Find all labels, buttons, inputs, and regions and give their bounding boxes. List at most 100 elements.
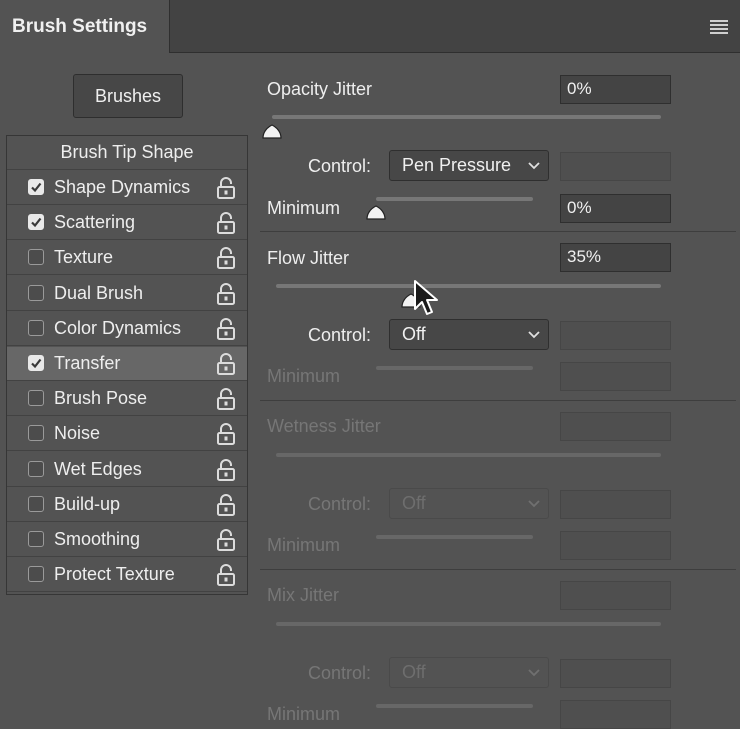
flow-jitter-slider-track[interactable] bbox=[276, 284, 661, 288]
flow-minimum-slider-track[interactable] bbox=[376, 366, 533, 370]
wetness-control-field[interactable] bbox=[560, 490, 671, 519]
checkbox-texture[interactable] bbox=[28, 249, 44, 266]
sidebar-item-label: Color Dynamics bbox=[54, 317, 182, 338]
checkbox-brush-pose[interactable] bbox=[28, 390, 44, 407]
sidebar-item-color-dynamics[interactable]: Color Dynamics bbox=[7, 312, 247, 346]
unlock-icon[interactable] bbox=[216, 493, 236, 516]
sidebar-item-label: Protect Texture bbox=[54, 564, 175, 585]
opacity-jitter-field[interactable]: 0% bbox=[560, 75, 671, 104]
mix-control-field[interactable] bbox=[560, 659, 671, 688]
panel-title: Brush Settings bbox=[12, 15, 148, 37]
mix-minimum-label: Minimum bbox=[267, 704, 341, 724]
opacity-control-select[interactable]: Pen Pressure bbox=[389, 150, 549, 181]
wetness-jitter-slider-track[interactable] bbox=[276, 453, 661, 457]
checkbox-build-up[interactable] bbox=[28, 495, 44, 512]
chevron-down-icon bbox=[528, 500, 540, 508]
chevron-down-icon bbox=[528, 669, 540, 677]
mix-jitter-field[interactable] bbox=[560, 581, 671, 610]
panel-menu-icon[interactable] bbox=[710, 20, 728, 34]
mix-control-select[interactable]: Off bbox=[389, 657, 549, 688]
flow-control-select[interactable]: Off bbox=[389, 319, 549, 350]
opacity-jitter-label: Opacity Jitter bbox=[267, 79, 373, 99]
flow-jitter-field[interactable]: 35% bbox=[560, 243, 671, 272]
checkbox-protect-texture[interactable] bbox=[28, 566, 44, 583]
checkbox-shape-dynamics[interactable] bbox=[28, 179, 44, 195]
opacity-minimum-slider-track[interactable] bbox=[376, 197, 533, 201]
section-divider bbox=[260, 569, 736, 570]
brushes-button[interactable]: Brushes bbox=[73, 74, 183, 118]
section-divider bbox=[260, 400, 736, 401]
wetness-minimum-slider-track[interactable] bbox=[376, 535, 533, 539]
sidebar-item-scattering[interactable]: Scattering bbox=[7, 206, 247, 241]
sidebar-item-build-up[interactable]: Build-up bbox=[7, 488, 247, 522]
sidebar-item-label: Scattering bbox=[54, 212, 136, 233]
opacity-jitter-slider-track[interactable] bbox=[272, 115, 661, 119]
opacity-minimum-field[interactable]: 0% bbox=[560, 194, 671, 223]
sidebar-item-brush-pose[interactable]: Brush Pose bbox=[7, 382, 247, 417]
section-divider bbox=[260, 231, 736, 232]
flow-minimum-label: Minimum bbox=[267, 366, 341, 386]
opacity-control-field[interactable] bbox=[560, 152, 671, 181]
sidebar-item-label: Dual Brush bbox=[54, 282, 144, 303]
sidebar-item-noise[interactable]: Noise bbox=[7, 417, 247, 452]
wetness-control-label: Control: bbox=[308, 494, 372, 514]
flow-control-label: Control: bbox=[308, 325, 372, 345]
sidebar-item-label: Shape Dynamics bbox=[54, 177, 191, 197]
mix-jitter-slider-track[interactable] bbox=[276, 622, 661, 626]
checkbox-color-dynamics[interactable] bbox=[28, 319, 44, 336]
sidebar-item-shape-dynamics[interactable]: Shape Dynamics bbox=[7, 171, 247, 205]
flow-jitter-label: Flow Jitter bbox=[267, 248, 350, 268]
unlock-icon[interactable] bbox=[216, 564, 236, 587]
chevron-down-icon bbox=[528, 331, 540, 339]
checkbox-wet-edges[interactable] bbox=[28, 460, 44, 477]
opacity-minimum-slider-thumb[interactable] bbox=[365, 205, 387, 221]
flow-minimum-field[interactable] bbox=[560, 362, 671, 391]
unlock-icon[interactable] bbox=[216, 388, 236, 411]
unlock-icon[interactable] bbox=[216, 423, 236, 446]
sidebar-item-label: Brush Tip Shape bbox=[60, 142, 194, 162]
sidebar-item-protect-texture[interactable]: Protect Texture bbox=[7, 558, 247, 593]
checkbox-transfer[interactable] bbox=[28, 355, 44, 371]
tab-brush-settings[interactable]: Brush Settings bbox=[0, 0, 170, 53]
checkbox-noise[interactable] bbox=[28, 425, 44, 442]
unlock-icon[interactable] bbox=[216, 529, 236, 551]
sidebar-item-dual-brush[interactable]: Dual Brush bbox=[7, 277, 247, 311]
unlock-icon[interactable] bbox=[216, 212, 236, 235]
unlock-icon[interactable] bbox=[216, 177, 236, 199]
sidebar-item-brush-tip-shape[interactable]: Brush Tip Shape bbox=[7, 136, 247, 170]
sidebar-item-label: Wet Edges bbox=[54, 458, 142, 479]
sidebar-item-label: Build-up bbox=[54, 493, 121, 514]
flow-control-field[interactable] bbox=[560, 321, 671, 350]
mix-jitter-label: Mix Jitter bbox=[267, 585, 339, 605]
sidebar-item-label: Smoothing bbox=[54, 529, 141, 549]
sidebar-item-label: Noise bbox=[54, 423, 101, 444]
checkbox-scattering[interactable] bbox=[28, 214, 44, 231]
opacity-control-label: Control: bbox=[308, 156, 372, 176]
wetness-minimum-field[interactable] bbox=[560, 531, 671, 560]
sidebar-item-texture[interactable]: Texture bbox=[7, 241, 247, 276]
sidebar-item-transfer[interactable]: Transfer bbox=[7, 347, 247, 381]
chevron-down-icon bbox=[528, 162, 540, 170]
checkbox-dual-brush[interactable] bbox=[28, 284, 44, 301]
mix-minimum-slider-track[interactable] bbox=[376, 704, 533, 708]
unlock-icon[interactable] bbox=[216, 317, 236, 340]
sidebar-item-smoothing[interactable]: Smoothing bbox=[7, 523, 247, 557]
sidebar-item-label: Transfer bbox=[54, 353, 121, 373]
opacity-control-value: Pen Pressure bbox=[402, 155, 512, 175]
unlock-icon[interactable] bbox=[216, 282, 236, 305]
wetness-jitter-label: Wetness Jitter bbox=[267, 416, 381, 436]
wetness-jitter-field[interactable] bbox=[560, 412, 671, 441]
brush-settings-sidebar: Brush Tip Shape Shape Dynamics Scattering… bbox=[6, 135, 248, 595]
flow-control-value: Off bbox=[402, 324, 426, 344]
sidebar-item-label: Brush Pose bbox=[54, 388, 148, 409]
unlock-icon[interactable] bbox=[216, 353, 236, 375]
checkbox-smoothing[interactable] bbox=[28, 531, 44, 547]
sidebar-item-wet-edges[interactable]: Wet Edges bbox=[7, 453, 247, 487]
unlock-icon[interactable] bbox=[216, 458, 236, 481]
mix-minimum-field[interactable] bbox=[560, 700, 671, 729]
opacity-jitter-slider-thumb[interactable] bbox=[261, 124, 283, 140]
wetness-control-select[interactable]: Off bbox=[389, 488, 549, 519]
mix-control-value: Off bbox=[402, 662, 426, 682]
unlock-icon[interactable] bbox=[216, 247, 236, 270]
wetness-minimum-label: Minimum bbox=[267, 535, 341, 555]
